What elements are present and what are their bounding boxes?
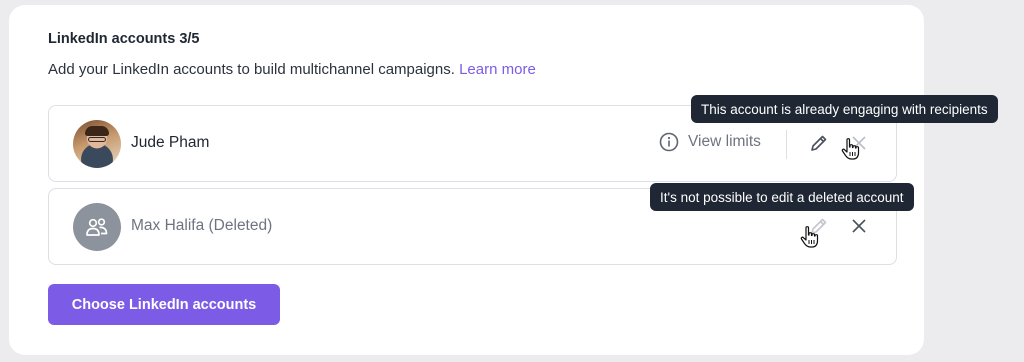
info-icon bbox=[659, 132, 679, 152]
view-limits-button[interactable]: View limits bbox=[659, 132, 761, 152]
avatar-placeholder bbox=[73, 203, 121, 251]
section-description: Add your LinkedIn accounts to build mult… bbox=[48, 61, 536, 78]
remove-button[interactable] bbox=[847, 214, 871, 238]
linkedin-accounts-card: LinkedIn accounts 3/5 Add your LinkedIn … bbox=[9, 5, 924, 355]
avatar-hair bbox=[85, 126, 109, 136]
avatar-glasses bbox=[88, 137, 106, 142]
learn-more-link[interactable]: Learn more bbox=[459, 61, 536, 78]
people-icon bbox=[86, 218, 108, 236]
account-name: Max Halifa (Deleted) bbox=[131, 217, 273, 234]
close-icon bbox=[852, 219, 866, 233]
account-name: Jude Pham bbox=[131, 134, 210, 151]
divider bbox=[786, 130, 787, 159]
hand-cursor-icon bbox=[841, 138, 860, 160]
view-limits-label: View limits bbox=[688, 133, 761, 150]
section-title: LinkedIn accounts 3/5 bbox=[48, 31, 200, 47]
avatar bbox=[73, 120, 121, 168]
pencil-icon bbox=[811, 135, 827, 151]
tooltip-remove-disabled: This account is already engaging with re… bbox=[691, 95, 998, 123]
hand-cursor-icon bbox=[800, 226, 819, 248]
description-text: Add your LinkedIn accounts to build mult… bbox=[48, 61, 455, 78]
edit-button[interactable] bbox=[807, 131, 831, 155]
tooltip-edit-disabled: It's not possible to edit a deleted acco… bbox=[650, 183, 914, 211]
choose-linkedin-accounts-button[interactable]: Choose LinkedIn accounts bbox=[48, 284, 280, 325]
